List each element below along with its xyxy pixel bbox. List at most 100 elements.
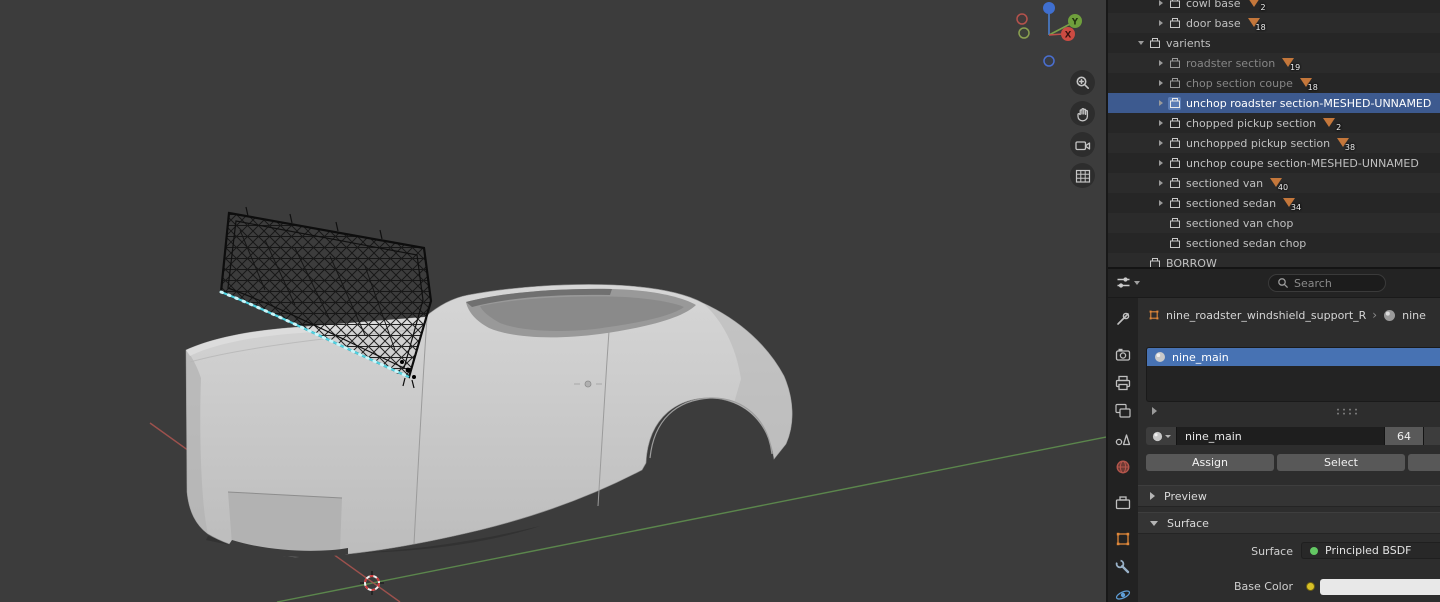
tab-output[interactable]	[1110, 370, 1136, 396]
tab-physics[interactable]	[1110, 582, 1136, 602]
grid-view-button[interactable]	[1070, 163, 1095, 188]
users-count-button[interactable]: 64	[1384, 427, 1423, 445]
chevron-right-icon[interactable]	[1154, 160, 1168, 166]
assign-button[interactable]: Assign	[1146, 454, 1274, 471]
tab-scene[interactable]	[1110, 426, 1136, 452]
axis-x-positive[interactable]: X	[1061, 27, 1075, 41]
view-layer-icon	[1115, 403, 1131, 418]
outliner-row[interactable]: chop section coupe 18	[1108, 73, 1440, 93]
chevron-right-icon[interactable]	[1154, 60, 1168, 66]
chevron-right-icon[interactable]	[1154, 0, 1168, 6]
outliner-row[interactable]: BORROW	[1108, 253, 1440, 269]
outliner-row[interactable]: door base 18	[1108, 13, 1440, 33]
material-name-field[interactable]: nine_main	[1176, 427, 1384, 445]
outliner-label: unchopped pickup section	[1186, 136, 1331, 150]
physics-icon	[1115, 590, 1131, 600]
axis-y-label: Y	[1071, 18, 1079, 28]
breadcrumb-separator: ›	[1372, 308, 1378, 322]
collection-icon	[1168, 237, 1181, 250]
select-button[interactable]: Select	[1277, 454, 1405, 471]
chevron-right-icon[interactable]	[1154, 180, 1168, 186]
pan-button[interactable]	[1070, 101, 1095, 126]
outliner-row[interactable]: sectioned van 40	[1108, 173, 1440, 193]
chevron-right-icon[interactable]	[1154, 140, 1168, 146]
collection-icon	[1168, 0, 1181, 10]
search-input[interactable]: Search	[1268, 274, 1386, 292]
tab-world[interactable]	[1110, 454, 1136, 480]
breadcrumb: nine_roadster_windshield_support_R › nin…	[1148, 307, 1426, 323]
collection-icon	[1168, 57, 1181, 70]
collection-icon	[1168, 177, 1181, 190]
expand-triangle-icon[interactable]	[1152, 407, 1157, 415]
chevron-right-icon[interactable]	[1154, 20, 1168, 26]
surface-panel-header[interactable]: Surface	[1138, 512, 1440, 534]
camera-view-button[interactable]	[1070, 132, 1095, 157]
preview-panel-label: Preview	[1164, 489, 1207, 503]
outliner-label: chopped pickup section	[1186, 116, 1317, 130]
chevron-down-icon	[1164, 434, 1171, 438]
outliner-label: BORROW	[1166, 256, 1217, 269]
breadcrumb-object[interactable]: nine_roadster_windshield_support_R	[1166, 309, 1366, 322]
outliner-label: roadster section	[1186, 56, 1276, 70]
outliner-row[interactable]: varients	[1108, 33, 1440, 53]
axis-x-negative[interactable]	[1016, 13, 1028, 25]
material-slot-selected[interactable]: nine_main	[1147, 348, 1440, 366]
tab-collection[interactable]	[1110, 490, 1136, 516]
mesh-count-badge: 40	[1270, 177, 1288, 192]
preview-panel-header[interactable]: Preview	[1138, 485, 1440, 507]
chevron-right-icon[interactable]	[1154, 100, 1168, 106]
navigation-gizmo[interactable]: Y X	[994, 0, 1100, 70]
grip-dots-icon[interactable]	[1336, 408, 1360, 416]
breadcrumb-material[interactable]: nine	[1402, 309, 1426, 322]
properties-editor-icon	[1117, 277, 1130, 288]
viewport-tools	[1070, 70, 1095, 188]
axis-y-negative[interactable]	[1018, 27, 1030, 39]
tab-render[interactable]	[1110, 342, 1136, 368]
tab-object[interactable]	[1110, 526, 1136, 552]
axis-y-positive[interactable]: Y	[1068, 14, 1082, 28]
outliner-row[interactable]: unchopped pickup section 38	[1108, 133, 1440, 153]
collection-icon	[1148, 37, 1161, 50]
outliner-row[interactable]: chopped pickup section 2	[1108, 113, 1440, 133]
color-socket-icon	[1306, 582, 1315, 591]
outliner-row[interactable]: sectioned sedan chop	[1108, 233, 1440, 253]
outliner-row[interactable]: unchop coupe section-MESHED-UNNAMED	[1108, 153, 1440, 173]
base-color-swatch[interactable]	[1320, 579, 1440, 595]
outliner-row[interactable]: roadster section 19	[1108, 53, 1440, 73]
outliner-label: sectioned van chop	[1186, 216, 1294, 230]
deselect-button[interactable]	[1408, 454, 1440, 471]
outliner-row[interactable]: cowl base 2	[1108, 0, 1440, 13]
model-car-body[interactable]	[185, 284, 793, 558]
shader-socket-icon	[1310, 546, 1318, 555]
browse-material-button[interactable]	[1146, 427, 1176, 445]
surface-panel-label: Surface	[1167, 516, 1209, 530]
chevron-down-icon[interactable]	[1134, 41, 1148, 45]
surface-shader-dropdown[interactable]: Principled BSDF	[1301, 542, 1440, 559]
zoom-button[interactable]	[1070, 70, 1095, 95]
outliner-row[interactable]: sectioned van chop	[1108, 213, 1440, 233]
fake-user-button[interactable]	[1423, 427, 1440, 445]
axis-z-negative[interactable]	[1043, 55, 1055, 67]
axis-z-positive[interactable]	[1043, 2, 1055, 14]
grid-icon	[1075, 169, 1090, 183]
tab-view-layer[interactable]	[1110, 398, 1136, 424]
outliner-row[interactable]: sectioned sedan 34	[1108, 193, 1440, 213]
tab-tool[interactable]	[1110, 306, 1136, 332]
outliner-label: unchop roadster section-MESHED-UNNAMED	[1186, 96, 1432, 110]
collection-icon	[1168, 217, 1181, 230]
editor-type-button[interactable]	[1116, 275, 1140, 290]
scene-icon	[1115, 434, 1131, 446]
slot-detail-row	[1146, 405, 1440, 417]
collection-icon	[1168, 96, 1181, 110]
mesh-count-badge: 18	[1299, 77, 1318, 92]
viewport-scene	[149, 206, 1106, 602]
tab-modifiers[interactable]	[1110, 554, 1136, 580]
outliner-panel: cowl base 2 door base 18 varients roadst…	[1108, 0, 1440, 269]
chevron-right-icon[interactable]	[1154, 200, 1168, 206]
assignment-buttons: Assign Select	[1146, 454, 1440, 471]
chevron-right-icon[interactable]	[1154, 120, 1168, 126]
collection-icon	[1168, 137, 1181, 150]
3d-viewport[interactable]: Y X	[0, 0, 1108, 602]
chevron-right-icon[interactable]	[1154, 80, 1168, 86]
outliner-row-selected[interactable]: unchop roadster section-MESHED-UNNAMED	[1108, 93, 1440, 113]
